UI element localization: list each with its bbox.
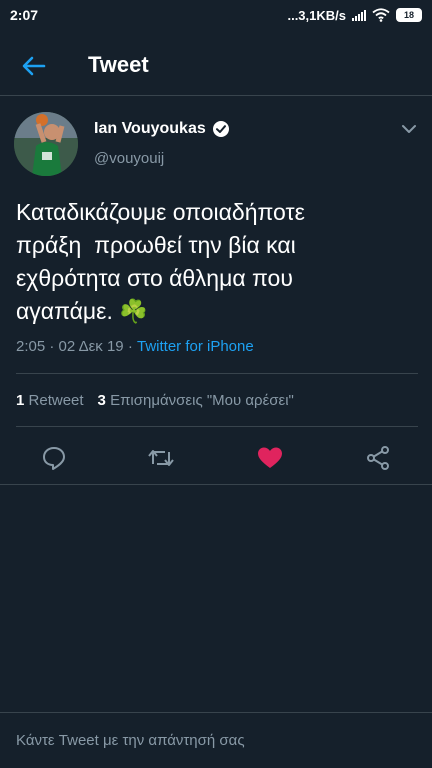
like-count: 3: [97, 392, 106, 409]
avatar[interactable]: [14, 112, 78, 176]
arrow-left-icon[interactable]: [20, 52, 48, 80]
retweet-count: 1: [16, 392, 25, 409]
wifi-icon: [372, 8, 390, 22]
divider: [16, 426, 418, 427]
divider: [0, 484, 432, 485]
reply-button[interactable]: [40, 444, 68, 472]
retweets-stat[interactable]: 1 Retweet: [16, 392, 84, 409]
tweet-source-link[interactable]: Twitter for iPhone: [137, 338, 254, 355]
share-button[interactable]: [364, 444, 392, 472]
tweet-actions: [0, 438, 432, 478]
tweet-date: 02 Δεκ 19: [58, 338, 124, 355]
reply-bar: [0, 712, 432, 768]
retweet-button[interactable]: [147, 444, 175, 472]
likes-stat[interactable]: 3 Επισημάνσεις "Μου αρέσει": [98, 392, 294, 409]
author-name-row[interactable]: Ian Vouyoukas: [94, 120, 230, 138]
retweet-label: Retweet: [28, 392, 84, 409]
tweet-stats: 1 Retweet 3 Επισημάνσεις "Μου αρέσει": [16, 392, 294, 409]
tweet-time: 2:05: [16, 338, 46, 355]
network-speed: ...3,1KB/s: [287, 7, 346, 23]
author-handle[interactable]: @vouyouij: [94, 150, 164, 167]
page-title: Tweet: [88, 52, 149, 77]
reply-input[interactable]: [16, 732, 406, 749]
top-bar: Tweet: [0, 36, 432, 96]
like-label: Επισημάνσεις "Μου αρέσει": [110, 392, 294, 409]
tweet-text: Καταδικάζουμε οποιαδήποτε πράξη προωθεί …: [16, 199, 305, 324]
divider: [16, 373, 418, 374]
comment-icon: [43, 447, 65, 470]
like-button[interactable]: [256, 444, 284, 472]
status-bar: 2:07 ...3,1KB/s 18: [0, 0, 432, 30]
share-icon: [367, 446, 389, 470]
avatar-image: [14, 112, 78, 176]
battery-icon: 18: [396, 8, 422, 22]
retweet-icon: [148, 450, 174, 466]
author-name: Ian Vouyoukas: [94, 120, 206, 137]
status-indicators: ...3,1KB/s 18: [287, 8, 422, 23]
signal-icon: [352, 9, 366, 21]
chevron-down-icon[interactable]: [400, 122, 418, 136]
verified-badge-icon: [212, 121, 229, 137]
heart-icon: [258, 447, 282, 468]
status-time: 2:07: [10, 7, 39, 23]
tweet-meta: 2:05 · 02 Δεκ 19 · Twitter for iPhone: [16, 338, 254, 355]
